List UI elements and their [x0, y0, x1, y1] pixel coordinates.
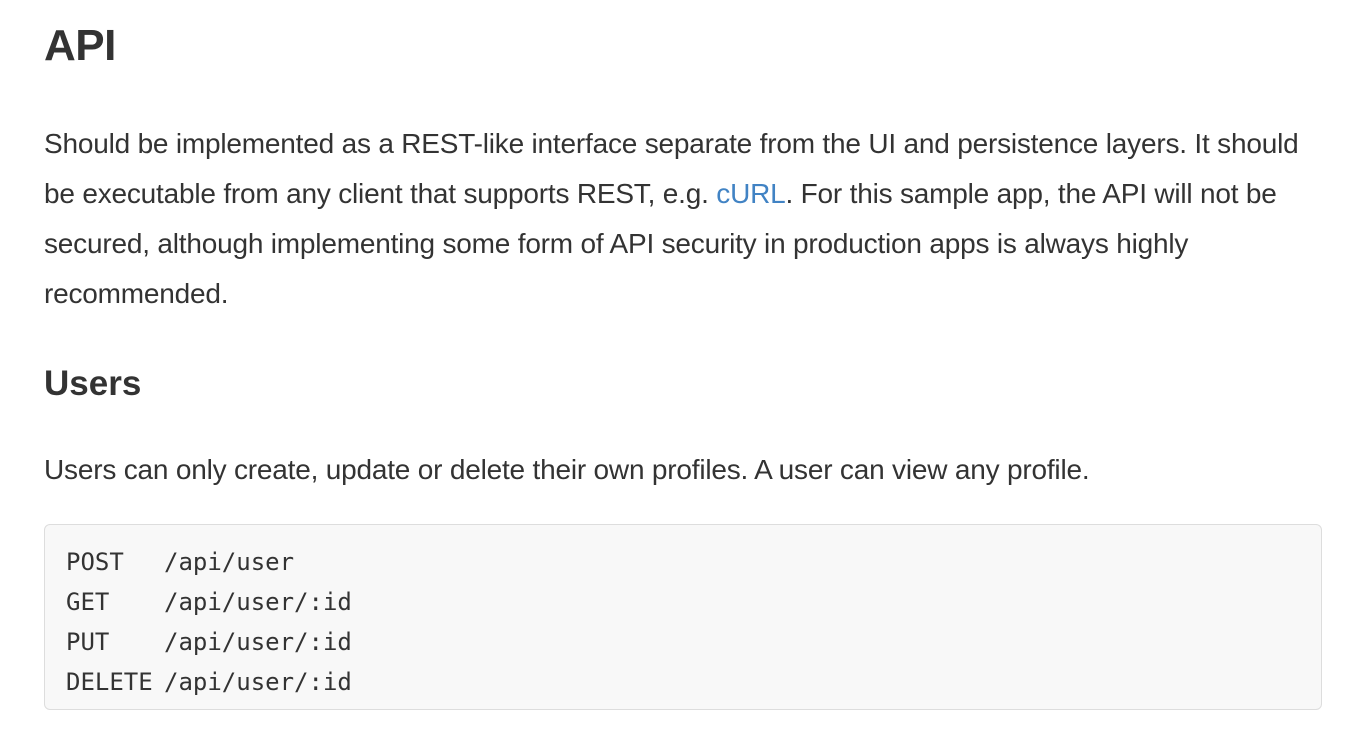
endpoint-line: GET/api/user/:id — [66, 582, 1300, 622]
endpoint-path: /api/user/:id — [164, 668, 352, 696]
endpoint-path: /api/user/:id — [164, 628, 352, 656]
endpoint-line: PUT/api/user/:id — [66, 622, 1300, 662]
endpoints-code-block: POST/api/user GET/api/user/:id PUT/api/use… — [44, 524, 1322, 710]
endpoint-method: POST — [66, 548, 124, 576]
endpoint-line: POST/api/user — [66, 542, 1300, 582]
intro-paragraph: Should be implemented as a REST-like int… — [44, 119, 1329, 319]
endpoint-method: GET — [66, 588, 110, 616]
page-title: API — [44, 21, 116, 70]
endpoint-method: PUT — [66, 628, 110, 656]
endpoint-line: DELETE/api/user/:id — [66, 662, 1300, 702]
endpoint-path: /api/user — [164, 548, 295, 576]
curl-link[interactable]: cURL — [716, 178, 785, 209]
endpoint-method: DELETE — [66, 668, 153, 696]
users-description: Users can only create, update or delete … — [44, 454, 1090, 485]
endpoint-path: /api/user/:id — [164, 588, 352, 616]
users-heading: Users — [44, 364, 142, 403]
